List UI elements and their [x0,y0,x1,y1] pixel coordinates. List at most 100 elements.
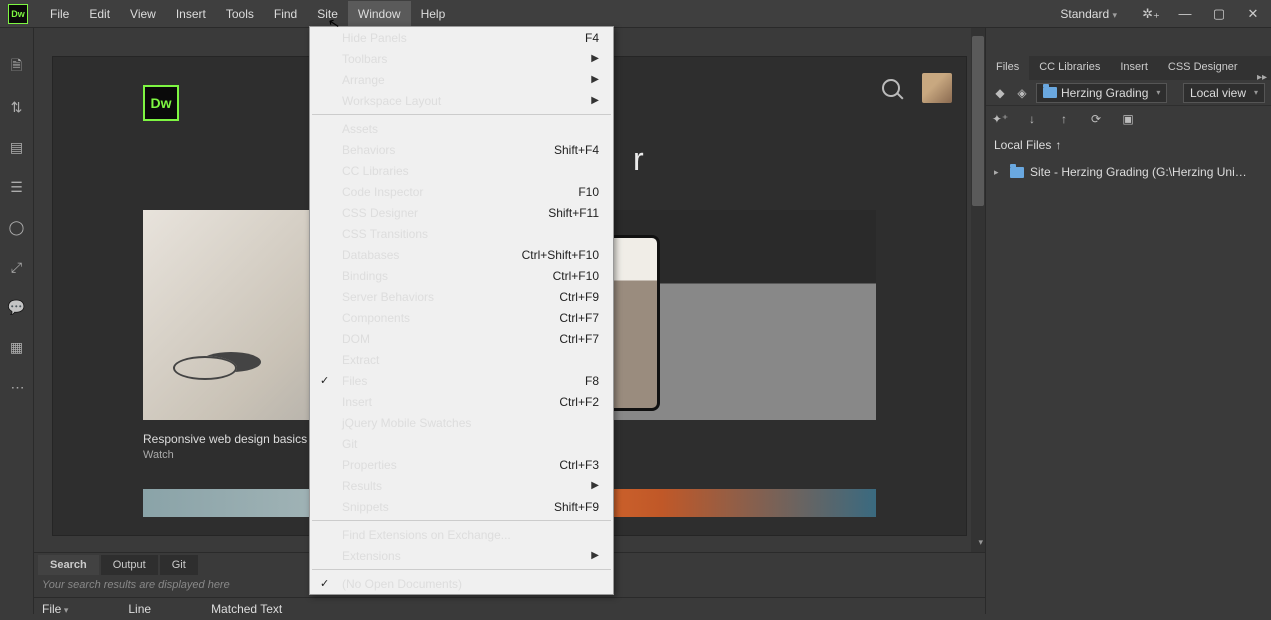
menu-item-results[interactable]: Results▶ [310,475,613,496]
menu-item-extract[interactable]: Extract [310,349,613,370]
panel-tab-css-designer[interactable]: CSS Designer [1158,56,1248,80]
more-tools-icon[interactable]: ⋯ [8,378,26,396]
shortcut-label: F10 [578,185,599,199]
menu-find[interactable]: Find [264,1,307,27]
menu-item-dom[interactable]: DOMCtrl+F7 [310,328,613,349]
menu-item-label: Components [342,311,410,325]
menu-view[interactable]: View [120,1,166,27]
manage-sites-icon[interactable]: ⇅ [8,98,26,116]
menu-item-assets[interactable]: Assets [310,118,613,139]
menu-item-label: Files [342,374,367,388]
menu-item-label: Code Inspector [342,185,423,199]
scrollbar-thumb[interactable] [972,36,984,206]
maximize-button[interactable]: ▢ [1205,4,1233,24]
menu-item-label: Extract [342,353,379,367]
bottom-tab-git[interactable]: Git [160,555,198,575]
panel-tab-cc-libraries[interactable]: CC Libraries [1029,56,1110,80]
site-select[interactable]: Herzing Grading▾ [1036,83,1167,103]
folder-icon [1010,167,1024,178]
connect-icon[interactable]: ◈ [1014,85,1030,101]
shortcut-label: Shift+F4 [554,143,599,157]
menu-insert[interactable]: Insert [166,1,216,27]
menu-item-properties[interactable]: PropertiesCtrl+F3 [310,454,613,475]
menu-item-css-designer[interactable]: CSS DesignerShift+F11 [310,202,613,223]
menu-item-find-extensions-on-exchange[interactable]: Find Extensions on Exchange... [310,524,613,545]
menu-item-label: Properties [342,458,397,472]
menu-item-databases[interactable]: DatabasesCtrl+Shift+F10 [310,244,613,265]
get-icon[interactable]: ↓ [1024,111,1040,127]
menu-item-files[interactable]: ✓FilesF8 [310,370,613,391]
shortcut-label: Ctrl+F7 [559,311,599,325]
menu-item-server-behaviors[interactable]: Server BehaviorsCtrl+F9 [310,286,613,307]
right-panel: ▸▸ FilesCC LibrariesInsertCSS Designer ◆… [985,28,1271,614]
server-icon[interactable]: ◆ [992,85,1008,101]
refresh-icon[interactable]: ⟳ [1088,111,1104,127]
menu-item-hide-panels[interactable]: Hide PanelsF4 [310,27,613,48]
menu-item-label: Extensions [342,549,401,563]
menu-item-components[interactable]: Components Ctrl+F7 [310,307,613,328]
menu-item-bindings[interactable]: Bindings Ctrl+F10 [310,265,613,286]
search-icon[interactable] [882,79,900,97]
scroll-down-icon[interactable]: ▾ [978,537,983,548]
user-avatar[interactable] [922,73,952,103]
live-view-icon[interactable]: ▤ [8,138,26,156]
menu-item-jquery-mobile-swatches: jQuery Mobile Swatches [310,412,613,433]
view-select[interactable]: Local view▾ [1183,83,1265,103]
minimize-button[interactable]: — [1171,4,1199,24]
menu-edit[interactable]: Edit [79,1,120,27]
bottom-tab-output[interactable]: Output [101,555,158,575]
inspect-icon[interactable]: ◯ [8,218,26,236]
menu-item-label: Hide Panels [342,31,407,45]
submenu-arrow-icon: ▶ [591,53,599,64]
menu-item-label: Insert [342,395,372,409]
menu-item-arrange[interactable]: Arrange▶ [310,69,613,90]
tree-root-item[interactable]: ▸ Site - Herzing Grading (G:\Herzing Uni… [992,162,1265,182]
panel-tab-insert[interactable]: Insert [1110,56,1158,80]
shortcut-label: Shift+F9 [554,500,599,514]
menu-item-css-transitions[interactable]: CSS Transitions [310,223,613,244]
menu-item-label: CC Libraries [342,164,409,178]
format-icon[interactable]: ▦ [8,338,26,356]
panel-tab-files[interactable]: Files [986,56,1029,80]
menu-help[interactable]: Help [411,1,456,27]
chevron-right-icon[interactable]: ▸ [994,167,1004,178]
menu-item-extensions[interactable]: Extensions▶ [310,545,613,566]
menu-tools[interactable]: Tools [216,1,264,27]
sort-arrow-icon: ↑ [1055,138,1061,152]
menu-file[interactable]: File [40,1,79,27]
menu-item-label: Server Behaviors [342,290,434,304]
menu-item-behaviors[interactable]: BehaviorsShift+F4 [310,139,613,160]
menu-item-insert[interactable]: Insert Ctrl+F2 [310,391,613,412]
expand-panel-icon[interactable]: ▣ [1120,111,1136,127]
menu-item-toolbars[interactable]: Toolbars▶ [310,48,613,69]
menu-item-label: Arrange [342,73,385,87]
menu-window[interactable]: Window [348,1,411,27]
split-view-icon[interactable]: ☰ [8,178,26,196]
menu-item-cc-libraries[interactable]: CC Libraries [310,160,613,181]
file-icon[interactable]: 🗎 [8,58,26,76]
app-logo-small: Dw [8,4,28,24]
menu-item-label: DOM [342,332,370,346]
comment-icon[interactable]: 💬 [8,298,26,316]
workspace-switcher[interactable]: Standard ▾ [1046,3,1131,25]
menu-item-label: CSS Transitions [342,227,428,241]
panel-collapse-icon[interactable]: ▸▸ [1257,72,1267,83]
menu-item-label: Workspace Layout [342,94,441,108]
submenu-arrow-icon: ▶ [591,480,599,491]
sync-settings-icon[interactable]: ✲₊ [1137,4,1165,24]
menu-item-snippets[interactable]: SnippetsShift+F9 [310,496,613,517]
close-button[interactable]: ✕ [1239,4,1267,24]
put-icon[interactable]: ↑ [1056,111,1072,127]
shortcut-label: Ctrl+F10 [553,269,599,283]
bottom-tab-search[interactable]: Search [38,555,99,575]
scrollbar[interactable]: ▾ [971,28,985,552]
magic-wand-icon[interactable]: ✦⁺ [992,111,1008,127]
menu-item-code-inspector[interactable]: Code Inspector F10 [310,181,613,202]
shortcut-label: Ctrl+F2 [559,395,599,409]
local-files-header[interactable]: Local Files↑ [986,132,1271,158]
app-logo-large: Dw [143,85,179,121]
menu-item-workspace-layout[interactable]: Workspace Layout▶ [310,90,613,111]
expand-icon[interactable]: ⤢ [8,258,26,276]
menu-item-git[interactable]: Git [310,433,613,454]
menu-item-label: Bindings [342,269,388,283]
